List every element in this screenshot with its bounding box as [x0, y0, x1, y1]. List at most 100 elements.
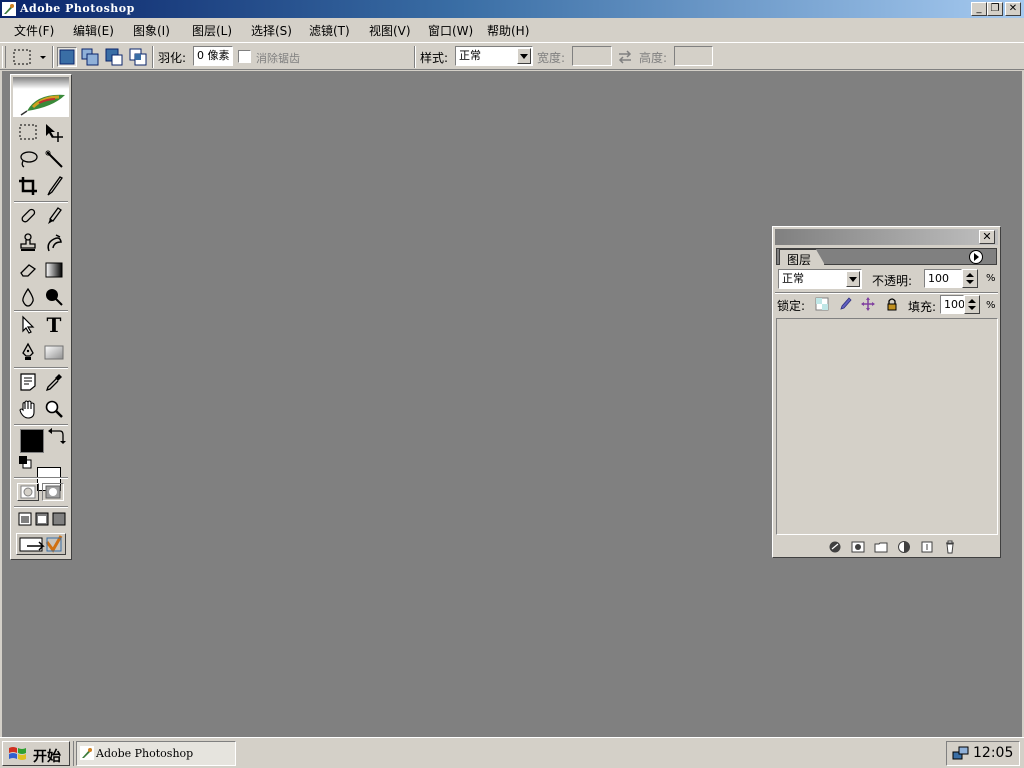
- dodge-tool-icon[interactable]: [42, 285, 66, 309]
- type-tool-icon[interactable]: T: [42, 313, 66, 337]
- swap-width-height-icon[interactable]: [617, 49, 633, 65]
- fill-stepper[interactable]: [964, 295, 980, 314]
- menu-window[interactable]: 窗口(W): [428, 22, 473, 39]
- menu-filter[interactable]: 滤镜(T): [309, 22, 350, 39]
- layer-style-icon[interactable]: [828, 540, 842, 554]
- subtract-from-selection-icon[interactable]: [104, 47, 124, 67]
- new-layer-icon[interactable]: [920, 540, 934, 554]
- lock-all-icon[interactable]: [885, 297, 899, 311]
- menu-view[interactable]: 视图(V): [369, 22, 411, 39]
- path-selection-tool-icon[interactable]: [16, 313, 40, 337]
- full-screen-mode-icon[interactable]: [52, 512, 66, 526]
- eraser-tool-icon[interactable]: [16, 258, 40, 282]
- opacity-stepper[interactable]: [962, 269, 978, 288]
- standard-screen-mode-icon[interactable]: [18, 512, 32, 526]
- brush-tool-icon[interactable]: [42, 204, 66, 228]
- lock-transparent-pixels-icon[interactable]: [815, 297, 829, 311]
- style-label: 样式:: [420, 51, 449, 65]
- quick-mask-mode-icon[interactable]: [42, 483, 64, 501]
- menu-help[interactable]: 帮助(H): [487, 22, 529, 39]
- standard-mode-icon[interactable]: [17, 483, 39, 501]
- jump-to-imageready-icon[interactable]: [16, 533, 66, 555]
- zoom-tool-icon[interactable]: [42, 397, 66, 421]
- menu-layer[interactable]: 图层(L): [192, 22, 232, 39]
- window-title: Adobe Photoshop: [20, 2, 135, 15]
- options-grip: [2, 46, 6, 68]
- notes-tool-icon[interactable]: [16, 370, 40, 394]
- menu-select[interactable]: 选择(S): [251, 22, 292, 39]
- history-brush-tool-icon[interactable]: [42, 231, 66, 255]
- foreground-color-swatch[interactable]: [20, 429, 44, 453]
- intersect-selection-icon[interactable]: [128, 47, 148, 67]
- width-input[interactable]: [572, 46, 612, 66]
- default-colors-icon[interactable]: [18, 455, 32, 469]
- fill-unit: %: [986, 300, 996, 311]
- lock-position-icon[interactable]: [861, 297, 875, 311]
- feather-label: 羽化:: [158, 51, 187, 65]
- antialias-label: 消除锯齿: [256, 52, 300, 65]
- minimize-button[interactable]: _: [971, 2, 987, 16]
- title-bar: Adobe Photoshop _ ❐ ✕: [0, 0, 1024, 18]
- feather-input[interactable]: 0 像素: [193, 46, 233, 66]
- tool-preset-picker[interactable]: [10, 46, 50, 68]
- taskbar-button-photoshop[interactable]: Adobe Photoshop: [76, 741, 236, 766]
- eyedropper-tool-icon[interactable]: [42, 370, 66, 394]
- layers-list[interactable]: [776, 318, 998, 535]
- menu-bar: 文件(F) 编辑(E) 图象(I) 图层(L) 选择(S) 滤镜(T) 视图(V…: [0, 18, 1024, 42]
- new-selection-icon[interactable]: [57, 47, 77, 67]
- adobe-feather-logo[interactable]: [13, 77, 69, 117]
- photoshop-app-icon: [2, 2, 16, 16]
- toolbox: T: [10, 74, 72, 560]
- shape-tool-icon[interactable]: [42, 340, 66, 364]
- crop-tool-icon[interactable]: [16, 174, 40, 198]
- antialias-checkbox[interactable]: [238, 50, 251, 63]
- add-mask-icon[interactable]: [851, 540, 865, 554]
- lasso-tool-icon[interactable]: [16, 147, 40, 171]
- clock[interactable]: 12:05: [973, 745, 1013, 761]
- opacity-input[interactable]: 100: [924, 269, 962, 288]
- network-icon[interactable]: [952, 746, 970, 762]
- menu-file[interactable]: 文件(F): [14, 22, 54, 39]
- magic-wand-tool-icon[interactable]: [42, 147, 66, 171]
- opacity-label: 不透明:: [872, 274, 913, 288]
- gradient-tool-icon[interactable]: [42, 258, 66, 282]
- blend-mode-select[interactable]: 正常: [778, 269, 862, 289]
- options-bar: 羽化: 0 像素 消除锯齿 样式: 正常 宽度: 高度:: [0, 42, 1024, 70]
- fill-label: 填充:: [908, 300, 937, 314]
- add-to-selection-icon[interactable]: [80, 47, 100, 67]
- close-button[interactable]: ✕: [1005, 2, 1021, 16]
- move-tool-icon[interactable]: [42, 120, 66, 144]
- swap-colors-icon[interactable]: [48, 428, 66, 444]
- chevron-down-icon[interactable]: [846, 271, 860, 287]
- hand-tool-icon[interactable]: [16, 397, 40, 421]
- panel-close-button[interactable]: ✕: [979, 230, 995, 244]
- healing-brush-tool-icon[interactable]: [16, 204, 40, 228]
- menu-edit[interactable]: 编辑(E): [73, 22, 114, 39]
- full-screen-menu-mode-icon[interactable]: [35, 512, 49, 526]
- pen-tool-icon[interactable]: [16, 340, 40, 364]
- photoshop-app-icon: [80, 746, 94, 760]
- layers-panel-title-bar[interactable]: [775, 229, 998, 245]
- start-button[interactable]: 开始: [2, 741, 70, 766]
- menu-image[interactable]: 图象(I): [133, 22, 170, 39]
- system-tray: 12:05: [946, 741, 1020, 766]
- lock-label: 锁定:: [777, 299, 806, 313]
- new-layer-set-icon[interactable]: [874, 540, 888, 554]
- height-input[interactable]: [674, 46, 713, 66]
- fill-input[interactable]: 100: [940, 295, 965, 314]
- windows-logo-icon: [7, 745, 29, 763]
- lock-image-pixels-icon[interactable]: [838, 297, 852, 311]
- chevron-down-icon[interactable]: [517, 48, 531, 64]
- clone-stamp-tool-icon[interactable]: [16, 231, 40, 255]
- taskbar: 开始 Adobe Photoshop 12:05: [0, 737, 1024, 768]
- trash-icon[interactable]: [943, 540, 957, 554]
- blur-tool-icon[interactable]: [16, 285, 40, 309]
- new-adjustment-layer-icon[interactable]: [897, 540, 911, 554]
- style-select[interactable]: 正常: [455, 46, 533, 66]
- panel-menu-arrow-icon[interactable]: [968, 249, 984, 265]
- marquee-tool-icon[interactable]: [16, 120, 40, 144]
- blend-mode-value: 正常: [782, 272, 804, 285]
- height-label: 高度:: [639, 51, 668, 65]
- restore-button[interactable]: ❐: [987, 2, 1003, 16]
- slice-tool-icon[interactable]: [42, 174, 66, 198]
